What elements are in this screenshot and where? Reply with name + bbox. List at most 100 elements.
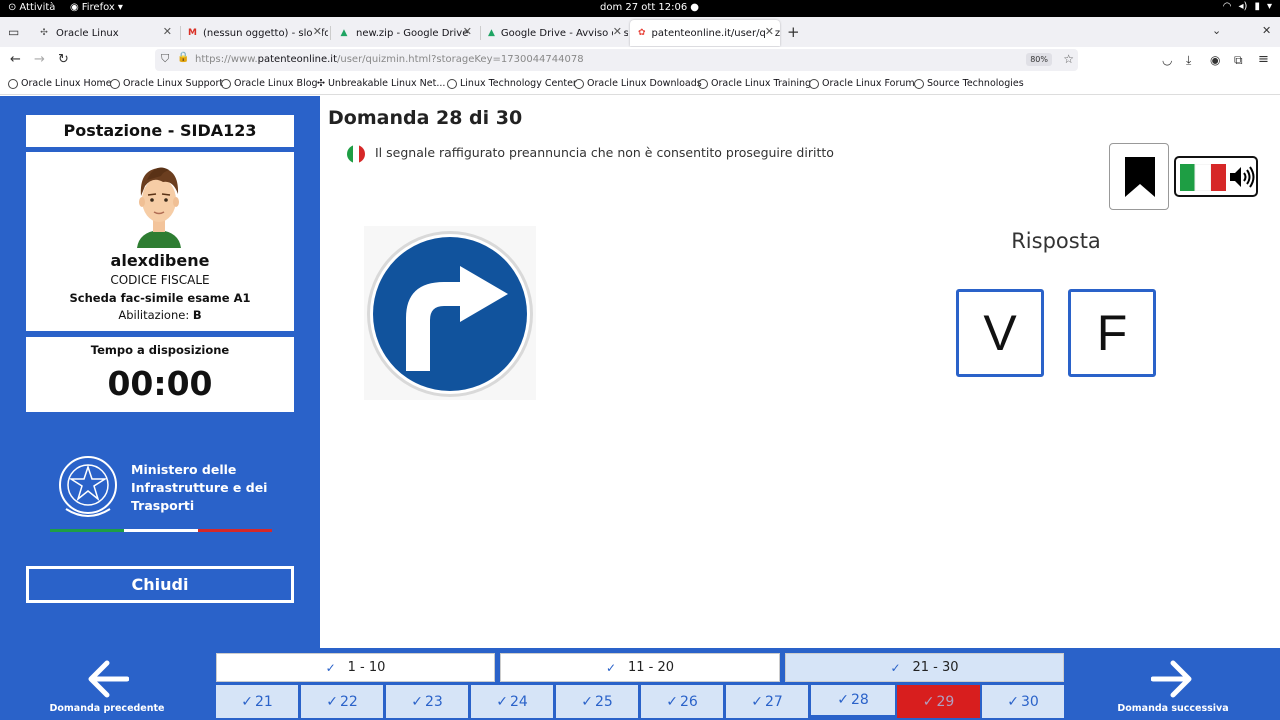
ministry-logo: Ministero delle Infrastrutture e dei Tra… — [50, 451, 272, 533]
app-menu[interactable]: ◉ Firefox ▾ — [70, 2, 123, 13]
check-icon: ✓ — [751, 693, 763, 710]
false-button[interactable]: F — [1068, 289, 1156, 377]
tab-oracle-linux[interactable]: ✣ Oracle Linux ✕ — [30, 20, 178, 46]
wifi-icon: ◠ — [1222, 1, 1232, 12]
question-22[interactable]: ✓ 22 — [301, 685, 383, 718]
bookmark-source-technologies[interactable]: Source Technologies — [914, 78, 1024, 89]
shield-icon[interactable]: ⛉ — [161, 52, 169, 66]
question-30[interactable]: ✓ 30 — [982, 685, 1064, 718]
gmail-icon: M — [188, 28, 197, 38]
google-drive-icon: ▲ — [488, 28, 495, 38]
bookmarks-bar: Oracle Linux Home Oracle Linux Support O… — [0, 74, 1280, 95]
emblem-icon — [59, 456, 117, 517]
bookmark-oracle-linux-forum[interactable]: Oracle Linux Forum — [809, 78, 915, 89]
question-23[interactable]: ✓ 23 — [386, 685, 468, 718]
double-check-icon: ✓ — [890, 660, 901, 675]
check-icon: ✓ — [411, 693, 423, 710]
question-27[interactable]: ✓ 27 — [726, 685, 808, 718]
globe-icon — [809, 78, 819, 89]
bookmark-oracle-linux-home[interactable]: Oracle Linux Home — [8, 78, 112, 89]
check-icon: ✓ — [241, 693, 253, 710]
close-icon[interactable]: ✕ — [163, 25, 172, 38]
notification-dot-icon: ● — [690, 2, 699, 13]
close-icon[interactable]: ✕ — [463, 25, 472, 38]
system-tray[interactable]: ◠ ◂) ▮ ▾ — [1223, 1, 1272, 12]
bookmark-oracle-linux-training[interactable]: Oracle Linux Training — [698, 78, 811, 89]
flag-stripe-red — [198, 529, 272, 532]
close-window-icon[interactable]: ✕ — [1262, 24, 1271, 37]
new-tab-icon[interactable]: + — [787, 23, 800, 41]
close-icon[interactable]: ✕ — [312, 25, 322, 38]
clock[interactable]: dom 27 ott 12:06 ● — [600, 2, 699, 13]
close-icon[interactable]: ✕ — [764, 25, 774, 38]
activities-icon: ⊙ — [8, 2, 17, 13]
bookmark-unbreakable-linux[interactable]: ✣ Unbreakable Linux Net... — [317, 78, 445, 89]
close-icon[interactable]: ✕ — [612, 25, 622, 38]
tab-google-drive-zip[interactable]: ▲ new.zip - Google Drive ✕ — [330, 20, 478, 46]
bookmark-question-button[interactable] — [1109, 143, 1169, 210]
user-card: alexdibene CODICE FISCALE Scheda fac-sim… — [26, 152, 294, 331]
check-icon: ✓ — [1007, 693, 1019, 710]
penguin-icon: ✣ — [317, 78, 325, 89]
forward-icon[interactable]: → — [34, 52, 45, 67]
tab-patenteonline[interactable]: ✿ patenteonline.it/user/quiz ✕ — [630, 20, 780, 46]
download-icon[interactable]: ⤓ — [1186, 53, 1191, 68]
range-11-20[interactable]: ✓ 11 - 20 — [500, 653, 780, 682]
username: alexdibene — [110, 251, 210, 270]
menu-icon[interactable]: ≡ — [1258, 52, 1269, 67]
tab-google-drive-avviso[interactable]: ▲ Google Drive - Avviso di s ✕ — [480, 20, 628, 46]
account-icon[interactable]: ◉ — [1210, 53, 1220, 67]
url-bar[interactable]: ⛉ 🔒 https://www.patenteonline.it/user/qu… — [155, 49, 1078, 71]
lock-icon[interactable]: 🔒 — [177, 52, 189, 63]
bookmark-oracle-linux-blog[interactable]: Oracle Linux Blog — [221, 78, 318, 89]
true-button[interactable]: V — [956, 289, 1044, 377]
check-icon: ✓ — [326, 693, 338, 710]
battery-icon: ▮ — [1254, 1, 1260, 12]
chevron-down-icon[interactable]: ⌄ — [1212, 24, 1221, 37]
range-21-30[interactable]: ✓ 21 - 30 — [785, 653, 1064, 682]
question-21[interactable]: ✓ 21 — [216, 685, 298, 718]
question-title: Domanda 28 di 30 — [328, 107, 523, 129]
question-panel: Domanda 28 di 30 Il segnale raffigurato … — [320, 96, 1280, 648]
pocket-icon[interactable]: ◡ — [1162, 53, 1172, 67]
speaker-icon — [1230, 166, 1255, 188]
road-sign-turn-right — [364, 226, 536, 400]
oracle-favicon-icon: ✣ — [40, 28, 48, 38]
question-navigation: Domanda precedente ✓ 1 - 10 ✓ 11 - 20 ✓ 21 … — [0, 648, 1280, 720]
question-29[interactable]: ✓ 29 — [897, 685, 980, 718]
previous-question-button[interactable]: Domanda precedente — [1, 651, 213, 720]
answer-label: Risposta — [1011, 229, 1101, 253]
check-icon: ✓ — [496, 693, 508, 710]
arrow-right-icon — [1151, 660, 1192, 698]
question-25[interactable]: ✓ 25 — [556, 685, 638, 718]
question-26[interactable]: ✓ 26 — [641, 685, 723, 718]
zoom-level[interactable]: 80% — [1026, 53, 1052, 66]
audio-button[interactable] — [1174, 156, 1258, 197]
range-1-10[interactable]: ✓ 1 - 10 — [216, 653, 495, 682]
extensions-icon[interactable]: ⧉ — [1234, 53, 1243, 68]
workstation-label: Postazione - SIDA123 — [26, 115, 294, 147]
globe-icon — [914, 78, 924, 89]
globe-icon — [574, 78, 584, 89]
reload-icon[interactable]: ↻ — [58, 52, 69, 67]
chevron-down-icon: ▾ — [117, 2, 123, 13]
tab-gmail[interactable]: M (nessun oggetto) - slowfo ✕ — [180, 20, 328, 46]
volume-icon: ◂) — [1238, 1, 1248, 12]
question-text: Il segnale raffigurato preannuncia che n… — [375, 145, 834, 160]
question-28[interactable]: ✓ 28 — [811, 685, 895, 718]
question-24[interactable]: ✓ 24 — [471, 685, 553, 718]
bookmark-linux-technology-center[interactable]: Linux Technology Center — [447, 78, 577, 89]
star-icon[interactable]: ☆ — [1063, 52, 1074, 66]
activities-button[interactable]: ⊙ Attività — [8, 2, 55, 13]
navigation-bar: ← → ↻ ⛉ 🔒 https://www.patenteonline.it/u… — [0, 47, 1280, 74]
close-exam-button[interactable]: Chiudi — [26, 566, 294, 603]
ministry-line-1: Ministero delle — [131, 462, 237, 477]
back-icon[interactable]: ← — [10, 52, 21, 67]
italian-flag-icon — [1180, 164, 1226, 191]
bookmark-oracle-linux-support[interactable]: Oracle Linux Support — [110, 78, 223, 89]
tab-list-icon[interactable]: ▭ — [8, 25, 19, 39]
bookmark-icon — [1125, 157, 1155, 197]
next-question-button[interactable]: Domanda successiva — [1067, 651, 1279, 720]
check-icon: ✓ — [581, 693, 593, 710]
bookmark-oracle-linux-downloads[interactable]: Oracle Linux Downloads — [574, 78, 702, 89]
